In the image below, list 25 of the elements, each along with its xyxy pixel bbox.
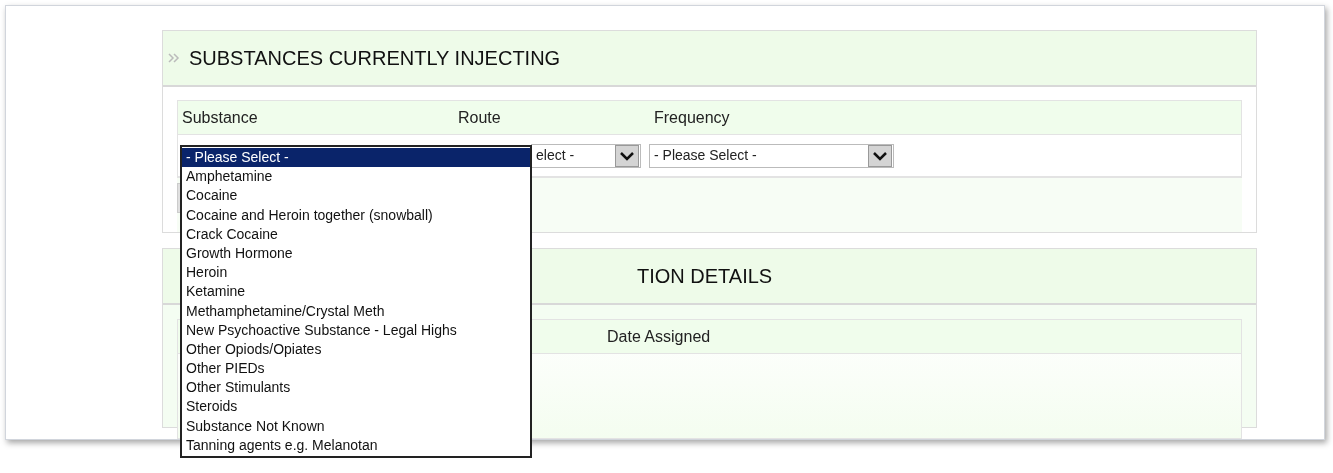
dropdown-option[interactable]: Crack Cocaine [182, 224, 530, 244]
column-header: Route [457, 107, 502, 128]
dropdown-option[interactable]: - Please Select - [182, 148, 530, 168]
dropdown-option[interactable]: Other Stimulants [182, 378, 530, 398]
dropdown-option[interactable]: Growth Hormone [182, 243, 530, 264]
select-field[interactable]: - Please Select - [649, 143, 894, 168]
column-header: Frequency [653, 107, 731, 128]
dropdown-option[interactable]: Cocaine and Heroin together (snowball) [182, 205, 530, 225]
section-title: TION DETAILS [637, 264, 773, 289]
dropdown-option[interactable]: New Psychoactive Substance - Legal Highs [182, 320, 530, 340]
dropdown-option[interactable]: Methamphetamine/Crystal Meth [182, 301, 530, 321]
dropdown-option[interactable]: Substance Not Known [182, 416, 530, 436]
dropdown-option[interactable]: Other PIEDs [182, 359, 530, 379]
column-header: Date Assigned [607, 326, 711, 347]
section-title: SUBSTANCES CURRENTLY INJECTING [189, 46, 561, 71]
dropdown-option[interactable]: Other Opiods/Opiates [182, 339, 530, 360]
dropdown-option[interactable]: Steroids [182, 397, 530, 417]
dropdown-option[interactable]: Ketamine [182, 282, 530, 302]
dropdown-option[interactable]: Heroin [182, 263, 530, 283]
dropdown-option[interactable]: Amphetamine [182, 167, 530, 187]
dropdown-option[interactable]: Cocaine [182, 186, 530, 206]
column-header: Substance [181, 107, 259, 128]
select-field[interactable]: elect - [531, 143, 641, 168]
double-chevron-icon [167, 51, 181, 65]
dropdown-option[interactable]: Tanning agents e.g. Melanotan [182, 435, 530, 455]
